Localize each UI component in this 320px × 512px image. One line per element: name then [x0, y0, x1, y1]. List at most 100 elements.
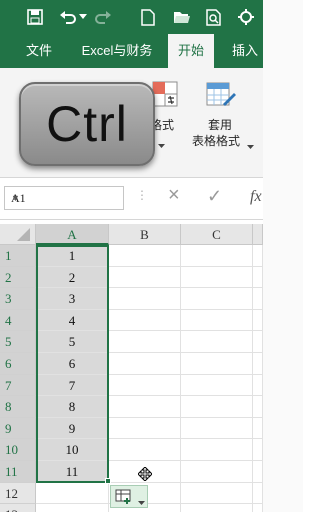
cell-d[interactable] [253, 266, 263, 289]
undo-icon[interactable] [58, 7, 78, 27]
cell-b[interactable] [109, 288, 181, 310]
cell-b[interactable] [109, 309, 181, 332]
cell-c[interactable] [181, 461, 253, 483]
row-header[interactable]: 5 [0, 331, 36, 353]
cell-a[interactable] [36, 482, 109, 505]
cell-c[interactable] [181, 266, 253, 289]
column-header-a[interactable]: A [36, 224, 109, 245]
cell-b[interactable] [109, 417, 181, 440]
touch-mode-icon[interactable] [236, 7, 256, 27]
cell-a[interactable]: 5 [36, 331, 109, 353]
row-header[interactable]: 8 [0, 396, 36, 418]
cell-a[interactable]: 2 [36, 266, 109, 289]
table-format-icon[interactable] [203, 80, 237, 112]
cell-d[interactable] [253, 439, 263, 461]
cell-d[interactable] [253, 288, 263, 310]
cell-d[interactable] [253, 504, 263, 512]
cell-d[interactable] [253, 309, 263, 332]
column-header-d[interactable] [253, 224, 263, 245]
conditional-format-dropdown-icon[interactable] [158, 136, 165, 154]
new-file-icon[interactable] [138, 7, 158, 27]
cell-a[interactable] [36, 504, 109, 512]
cell-a[interactable]: 10 [36, 439, 109, 461]
row-header[interactable]: 13 [0, 504, 36, 512]
column-header-c[interactable]: C [181, 224, 253, 245]
cell-a[interactable]: 3 [36, 288, 109, 310]
name-box-dropdown-icon[interactable]: ▼ [11, 193, 118, 203]
cell-d[interactable] [253, 353, 263, 375]
row-header[interactable]: 6 [0, 353, 36, 375]
cell-b[interactable] [109, 331, 181, 353]
quick-analysis-button[interactable] [110, 485, 148, 508]
cell-a[interactable]: 7 [36, 374, 109, 397]
table-format-dropdown-icon[interactable] [247, 137, 254, 155]
title-bar: 文件 Excel与财务 开始 插入 [0, 0, 263, 68]
enter-icon[interactable]: ✓ [207, 186, 222, 207]
cell-c[interactable] [181, 331, 253, 353]
cell-d[interactable] [253, 331, 263, 353]
cell-d[interactable] [253, 461, 263, 483]
cell-b[interactable] [109, 439, 181, 461]
cell-c[interactable] [181, 482, 253, 505]
table-format-label-line2[interactable]: 表格格式 [192, 132, 240, 149]
cell-c[interactable] [181, 374, 253, 397]
cell-b[interactable] [109, 245, 181, 267]
table-format-label-line1[interactable]: 套用 [208, 116, 232, 133]
ctrl-key-overlay: Ctrl [19, 82, 155, 166]
row-header[interactable]: 3 [0, 288, 36, 310]
cell-a[interactable]: 6 [36, 353, 109, 375]
row-header[interactable]: 10 [0, 439, 36, 461]
tab-excel-finance[interactable]: Excel与财务 [72, 34, 162, 68]
window-edge [263, 0, 303, 512]
insert-function-icon[interactable]: fx [250, 188, 263, 206]
cell-c[interactable] [181, 309, 253, 332]
row-header[interactable]: 11 [0, 461, 36, 483]
column-header-b[interactable]: B [109, 224, 181, 245]
cell-d[interactable] [253, 374, 263, 397]
select-all-corner[interactable] [0, 224, 36, 245]
print-preview-icon[interactable] [204, 7, 224, 27]
row-header[interactable]: 9 [0, 417, 36, 440]
cell-b[interactable] [109, 266, 181, 289]
fill-handle[interactable] [105, 478, 111, 484]
open-folder-icon[interactable] [172, 7, 192, 27]
cell-d[interactable] [253, 482, 263, 505]
cell-a[interactable]: 9 [36, 417, 109, 440]
cell-d[interactable] [253, 417, 263, 440]
name-box[interactable]: A1 ▼ [4, 186, 124, 210]
ribbon-tabs: 文件 Excel与财务 开始 插入 [0, 34, 263, 68]
ctrl-key-label: Ctrl [46, 96, 128, 152]
tab-file[interactable]: 文件 [14, 34, 64, 68]
undo-dropdown-icon[interactable] [78, 7, 88, 27]
cell-c[interactable] [181, 504, 253, 512]
cell-c[interactable] [181, 245, 253, 267]
cell-d[interactable] [253, 396, 263, 418]
cell-c[interactable] [181, 288, 253, 310]
cell-a[interactable]: 11 [36, 461, 109, 483]
cell-b[interactable] [109, 396, 181, 418]
quick-analysis-dropdown-icon[interactable] [138, 493, 145, 511]
row-header[interactable]: 12 [0, 482, 36, 505]
cell-c[interactable] [181, 417, 253, 440]
row-header[interactable]: 2 [0, 266, 36, 289]
worksheet-grid: A B C 112233445566778899101011111213 [0, 224, 263, 512]
cell-b[interactable] [109, 374, 181, 397]
save-icon[interactable] [25, 7, 45, 27]
move-cursor-icon [137, 466, 153, 486]
tab-insert[interactable]: 插入 [222, 34, 268, 68]
cell-a[interactable]: 1 [36, 245, 109, 267]
cell-a[interactable]: 4 [36, 309, 109, 332]
row-header[interactable]: 4 [0, 309, 36, 332]
cell-c[interactable] [181, 396, 253, 418]
quick-access-toolbar [0, 0, 263, 34]
redo-icon[interactable] [93, 7, 113, 27]
cell-b[interactable] [109, 353, 181, 375]
row-header[interactable]: 1 [0, 245, 36, 267]
cancel-icon[interactable]: × [168, 184, 180, 207]
tab-home[interactable]: 开始 [168, 34, 214, 68]
cell-c[interactable] [181, 353, 253, 375]
row-header[interactable]: 7 [0, 374, 36, 397]
cell-a[interactable]: 8 [36, 396, 109, 418]
cell-c[interactable] [181, 439, 253, 461]
cell-d[interactable] [253, 245, 263, 267]
